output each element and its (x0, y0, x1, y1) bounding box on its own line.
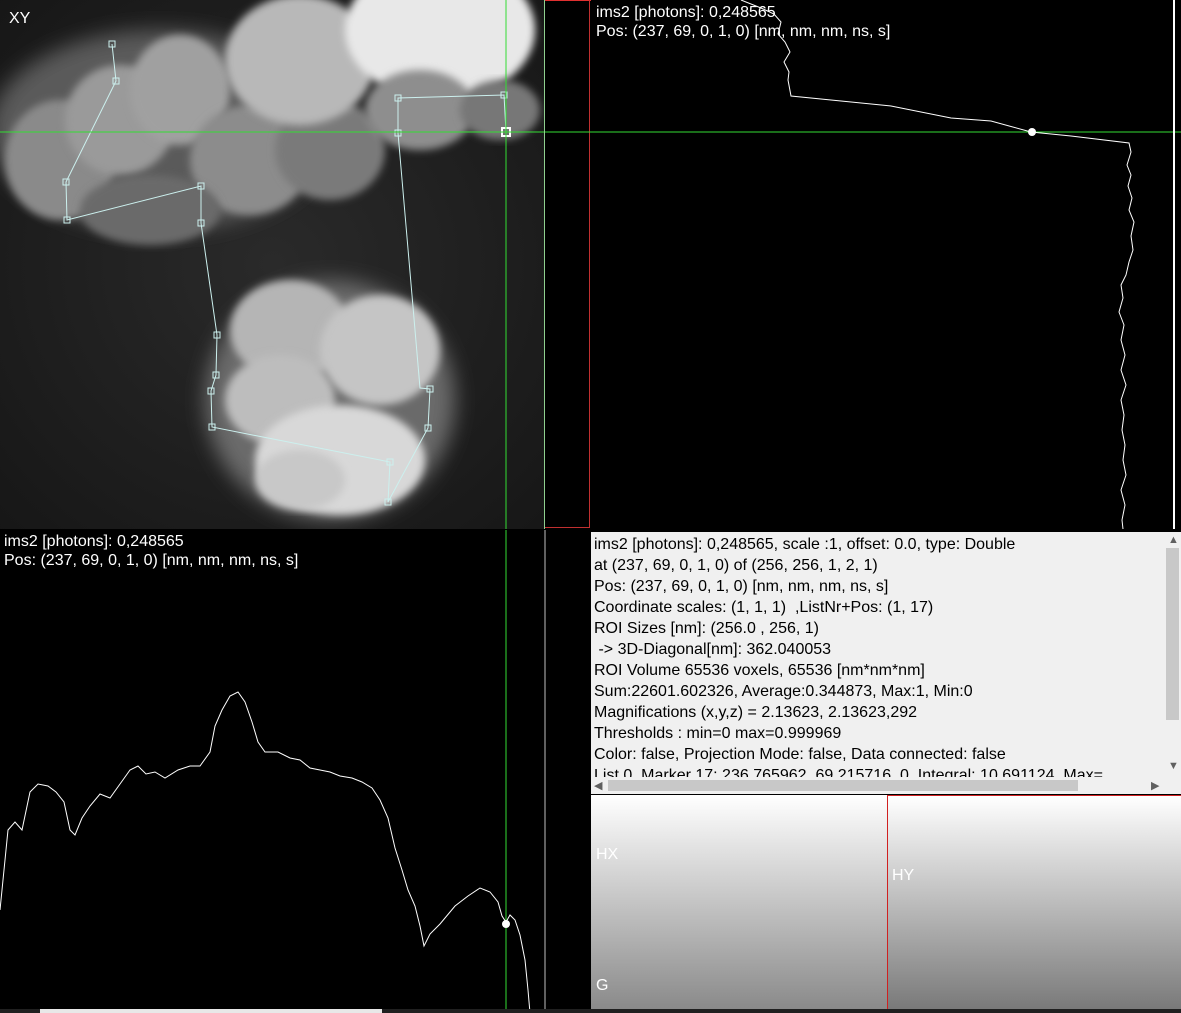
xy-image[interactable] (0, 0, 545, 529)
profile-position-marker (502, 920, 510, 928)
vertical-scrollbar[interactable]: ▲ ▼ (1164, 532, 1181, 777)
hy-label: HY (892, 867, 915, 884)
info-line: at (237, 69, 0, 1, 0) of (256, 256, 1, 2… (594, 557, 878, 574)
scroll-down-icon[interactable]: ▼ (1168, 760, 1179, 772)
g-label: G (596, 977, 609, 994)
info-line: -> 3D-Diagonal[nm]: 362.040053 (594, 641, 832, 658)
histogram-hx[interactable]: HX G (591, 795, 887, 1013)
info-line: List 0, Marker 17: 236.765962, 69.215716… (594, 767, 1103, 777)
xz-value-text: ims2 [photons]: 0,248565 (4, 533, 184, 550)
info-line: Coordinate scales: (1, 1, 1) ,ListNr+Pos… (594, 599, 934, 616)
scroll-right-icon[interactable]: ▶ (1151, 779, 1159, 792)
info-line: Color: false, Projection Mode: false, Da… (594, 746, 1006, 763)
info-text[interactable]: ims2 [photons]: 0,248565, scale :1, offs… (594, 534, 1164, 777)
histogram-hy[interactable]: HY (887, 795, 1181, 1013)
bottom-scroll-thumb[interactable] (40, 1009, 382, 1013)
profile-position-marker (1028, 128, 1036, 136)
xz-position-text: Pos: (237, 69, 0, 1, 0) [nm, nm, nm, ns,… (4, 552, 299, 569)
xz-profile-curve (0, 691, 531, 1013)
crosshair-horizontal-extension (545, 131, 591, 133)
xy-view-label: XY (9, 10, 31, 27)
xz-profile-panel[interactable]: ims2 [photons]: 0,248565 Pos: (237, 69, … (0, 530, 591, 1013)
scroll-left-icon[interactable]: ◀ (594, 779, 602, 792)
info-line: Thresholds : min=0 max=0.999969 (594, 725, 842, 742)
yz-value-text: ims2 [photons]: 0,248565 (596, 4, 776, 21)
scroll-up-icon[interactable]: ▲ (1168, 534, 1179, 546)
hx-label: HX (596, 846, 619, 863)
info-line: ims2 [photons]: 0,248565, scale :1, offs… (594, 536, 1016, 553)
xz-profile-plot[interactable] (0, 530, 591, 1013)
bottom-scroll-strip[interactable] (0, 1009, 1181, 1013)
yz-profile-panel[interactable]: ims2 [photons]: 0,248565 Pos: (237, 69, … (591, 0, 1181, 529)
info-line: Magnifications (x,y,z) = 2.13623, 2.1362… (594, 704, 918, 721)
histogram-panel[interactable]: HX G HY (591, 795, 1181, 1013)
info-line: ROI Sizes [nm]: (256.0 , 256, 1) (594, 620, 819, 637)
yz-position-text: Pos: (237, 69, 0, 1, 0) [nm, nm, nm, ns,… (596, 23, 891, 40)
vertical-scroll-thumb[interactable] (1166, 548, 1179, 720)
info-panel[interactable]: ims2 [photons]: 0,248565, scale :1, offs… (591, 532, 1181, 794)
info-line: Pos: (237, 69, 0, 1, 0) [nm, nm, nm, ns,… (594, 578, 889, 595)
horizontal-scroll-thumb[interactable] (608, 780, 1078, 791)
info-line: Sum:22601.602326, Average:0.344873, Max:… (594, 683, 973, 700)
yz-profile-plot[interactable] (591, 0, 1181, 529)
info-line: ROI Volume 65536 voxels, 65536 [nm*nm*nm… (594, 662, 925, 679)
yz-profile-curve (740, 0, 1135, 529)
horizontal-scrollbar[interactable]: ◀ ▶ (591, 777, 1164, 794)
particle-cluster-bottom (205, 280, 455, 520)
xy-view-panel[interactable]: XY (0, 0, 591, 529)
